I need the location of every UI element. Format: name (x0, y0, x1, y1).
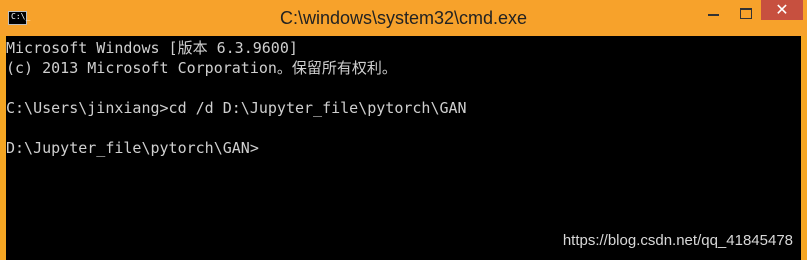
window-controls: ✕ (692, 0, 807, 36)
maximize-icon (740, 8, 752, 19)
console-output[interactable]: Microsoft Windows [版本 6.3.9600] (c) 2013… (6, 36, 801, 260)
minimize-button[interactable] (699, 0, 729, 26)
cmd-window: C:\_ C:\windows\system32\cmd.exe ✕ Micro… (0, 0, 807, 260)
console-prompt[interactable]: D:\Jupyter_file\pytorch\GAN> (6, 138, 259, 158)
minimize-icon (708, 14, 719, 16)
console-line: Microsoft Windows [版本 6.3.9600] (6, 39, 298, 57)
close-button[interactable]: ✕ (761, 0, 803, 20)
maximize-button[interactable] (731, 0, 761, 26)
close-icon: ✕ (775, 0, 789, 19)
console-line: C:\Users\jinxiang>cd /d D:\Jupyter_file\… (6, 99, 467, 117)
window-title: C:\windows\system32\cmd.exe (279, 8, 528, 28)
console-line: (c) 2013 Microsoft Corporation。保留所有权利。 (6, 59, 397, 77)
watermark: https://blog.csdn.net/qq_41845478 (562, 232, 793, 249)
title-bar[interactable]: C:\_ C:\windows\system32\cmd.exe ✕ (0, 0, 807, 36)
